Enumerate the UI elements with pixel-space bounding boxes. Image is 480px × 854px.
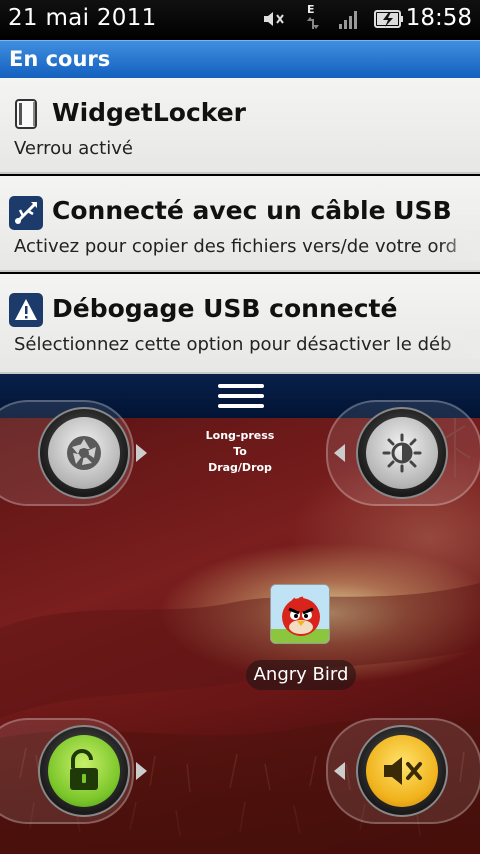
notification-subtitle: Verrou activé <box>14 138 133 159</box>
button-face <box>48 735 120 807</box>
widgetlocker-icon <box>15 99 37 129</box>
brightness-slider[interactable] <box>324 400 480 506</box>
shutter-icon <box>67 436 101 470</box>
widget-hint-line: Long-press <box>205 429 275 442</box>
battery-charging-icon <box>374 10 403 28</box>
notification-usb-debugging[interactable]: Débogage USB connecté Sélectionnez cette… <box>0 274 480 374</box>
usb-icon <box>9 196 43 230</box>
unlock-icon <box>70 749 98 790</box>
angry-bird-icon <box>270 584 330 644</box>
status-bar: 21 mai 2011 E 18:58 <box>0 0 480 40</box>
mute-icon <box>264 12 284 26</box>
slide-left-arrow-icon <box>334 762 345 780</box>
widget-hint-line: Drag/Drop <box>208 461 272 474</box>
notification-title: WidgetLocker <box>52 98 247 127</box>
button-face <box>366 417 438 489</box>
widget-hint-line: To <box>233 445 247 458</box>
mute-icon <box>384 757 422 785</box>
notification-widgetlocker[interactable]: WidgetLocker Verrou activé <box>0 78 480 174</box>
mute-slider[interactable] <box>324 718 480 824</box>
notification-title: Débogage USB connecté <box>52 294 398 323</box>
unlock-slider[interactable] <box>0 718 164 824</box>
notification-title: Connecté avec un câble USB <box>52 196 452 225</box>
text-fade <box>440 329 480 359</box>
slide-left-arrow-icon <box>334 444 345 462</box>
network-type-label: E <box>307 3 315 16</box>
mute-button[interactable] <box>356 725 448 817</box>
status-date: 21 mai 2011 <box>8 5 157 31</box>
drag-handle-icon <box>218 384 264 408</box>
notification-usb[interactable]: Connecté avec un câble USB Activez pour … <box>0 176 480 272</box>
button-face <box>366 735 438 807</box>
status-time: 18:58 <box>405 5 472 31</box>
signal-icon <box>339 11 357 29</box>
button-face <box>48 417 120 489</box>
ongoing-header: En cours <box>0 40 480 78</box>
notification-subtitle: Sélectionnez cette option pour désactive… <box>14 334 452 355</box>
brightness-button[interactable] <box>356 407 448 499</box>
notification-subtitle: Activez pour copier des fichiers vers/de… <box>14 236 458 257</box>
slide-right-arrow-icon <box>136 444 147 462</box>
widget-hint: Long-press To Drag/Drop <box>196 428 284 476</box>
ongoing-header-label: En cours <box>9 47 111 71</box>
brightness-icon <box>382 433 422 473</box>
camera-slider[interactable] <box>0 400 164 506</box>
app-label: Angry Bird <box>246 660 356 690</box>
slide-right-arrow-icon <box>136 762 147 780</box>
warning-icon <box>9 293 43 327</box>
unlock-button[interactable] <box>38 725 130 817</box>
text-fade <box>440 231 480 261</box>
camera-button[interactable] <box>38 407 130 499</box>
